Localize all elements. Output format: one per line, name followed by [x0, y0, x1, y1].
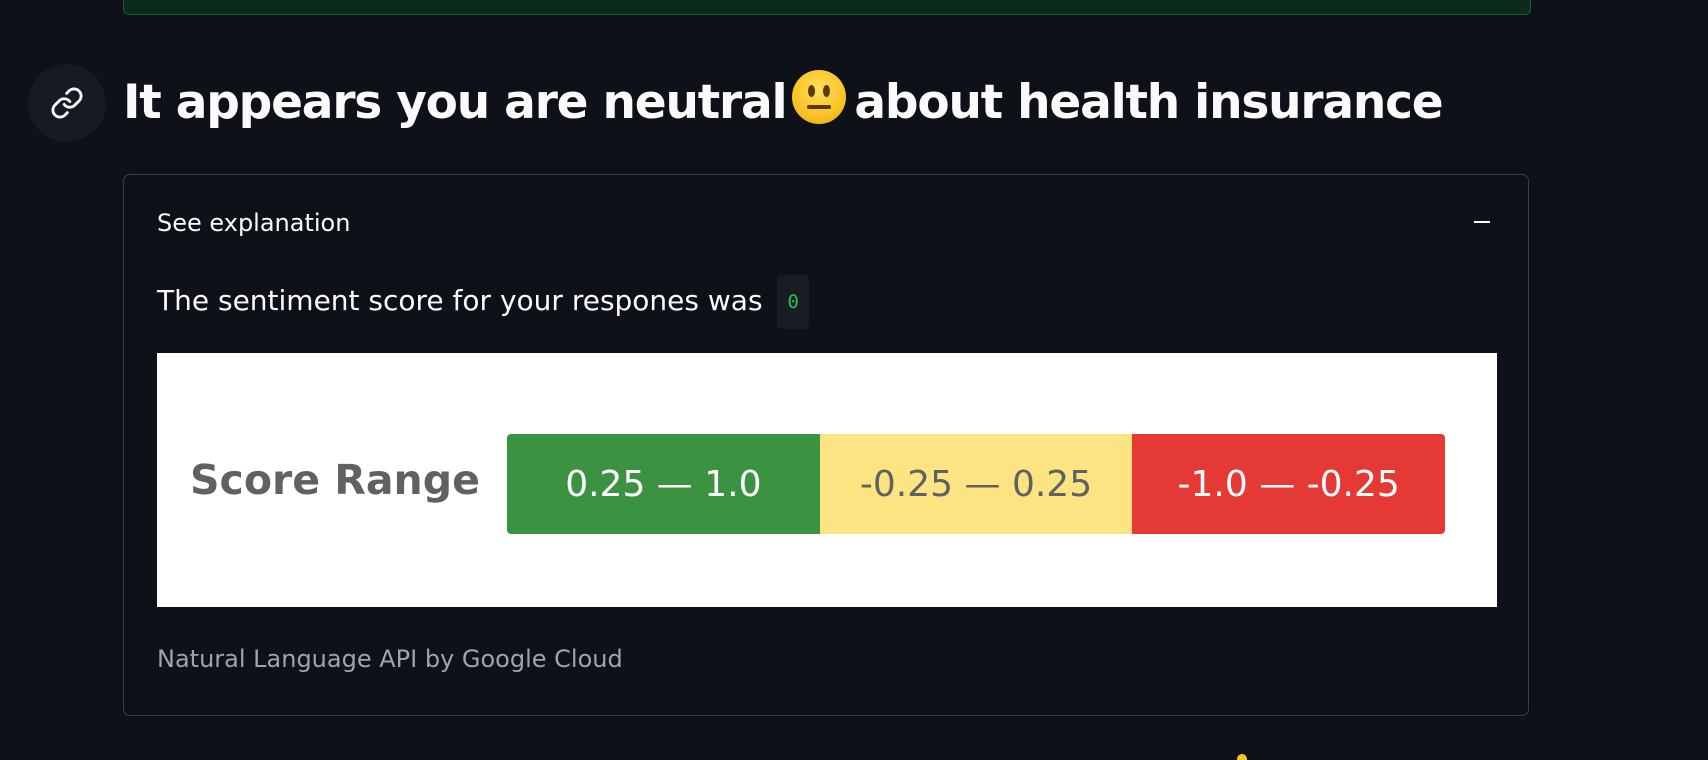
neutral-face-emoji-icon [792, 70, 847, 124]
heading-anchor-link[interactable] [28, 64, 106, 142]
success-alert-bottom-edge [123, 0, 1531, 15]
partial-emoji-peek [1237, 754, 1247, 760]
expander-label: See explanation [157, 209, 351, 237]
sentiment-score-text: The sentiment score for your respones wa… [157, 275, 809, 329]
expander-header[interactable]: See explanation [124, 175, 1528, 271]
page-heading: It appears you are neutral about health i… [123, 70, 1444, 136]
score-value: 0 [777, 275, 809, 329]
score-description: The sentiment score for your respones wa… [157, 284, 763, 317]
score-range-image: Score Range 0.25 — 1.0 -0.25 — 0.25 -1.0… [157, 353, 1497, 607]
image-caption: Natural Language API by Google Cloud [157, 645, 623, 673]
neutral-range-segment: -0.25 — 0.25 [819, 434, 1133, 534]
minus-icon [1474, 221, 1490, 223]
explanation-expander: See explanation The sentiment score for … [123, 174, 1529, 716]
heading-text-end: about health insurance [854, 75, 1443, 130]
app-page: It appears you are neutral about health i… [0, 0, 1708, 760]
link-icon [51, 87, 83, 119]
positive-range-segment: 0.25 — 1.0 [507, 434, 820, 534]
score-range-bar: 0.25 — 1.0 -0.25 — 0.25 -1.0 — -0.25 [507, 434, 1445, 534]
negative-range-segment: -1.0 — -0.25 [1132, 434, 1445, 534]
heading-text-start: It appears you are neutral [123, 75, 788, 130]
score-range-title: Score Range [190, 456, 480, 504]
